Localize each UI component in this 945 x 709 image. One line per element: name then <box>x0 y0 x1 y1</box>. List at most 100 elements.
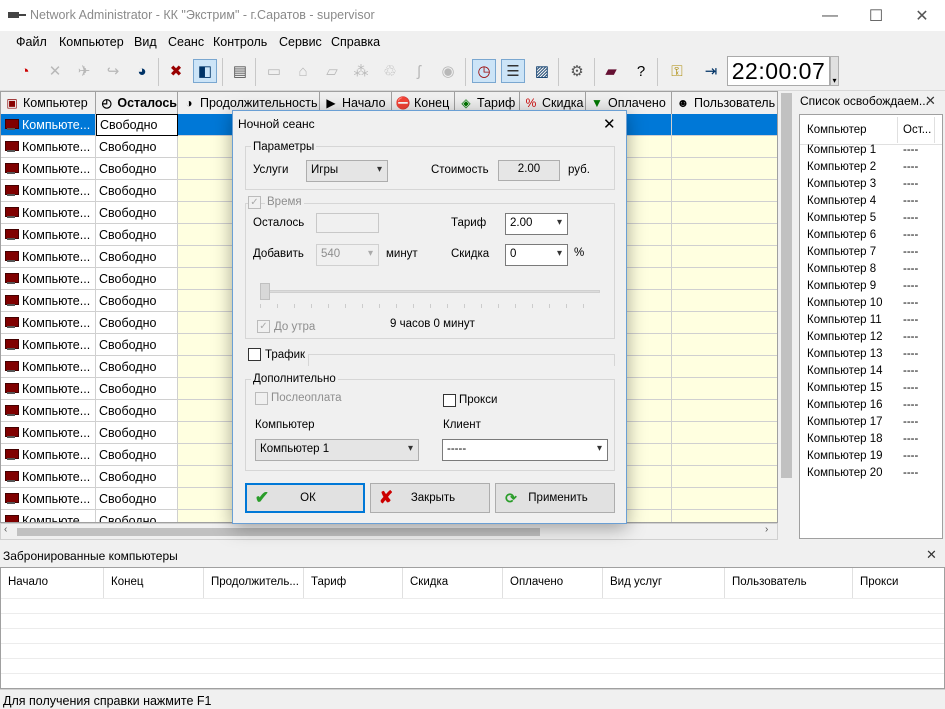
ok-button[interactable]: ✔ ОК <box>245 483 365 513</box>
monitor-icon[interactable]: ▭ <box>262 59 286 83</box>
grid-cell-computer[interactable]: Компьюте... <box>1 444 96 466</box>
grid-cell-remaining[interactable]: Свободно <box>96 180 178 202</box>
free-list-item[interactable]: Компьютер 4 ---- <box>800 194 942 211</box>
free-list-item[interactable]: Компьютер 14 ---- <box>800 364 942 381</box>
shutdown-computer-icon[interactable]: ✖ <box>164 59 188 83</box>
grid-cell-computer[interactable]: Компьюте... <box>1 422 96 444</box>
grid-cell-remaining[interactable]: Свободно <box>96 444 178 466</box>
reserved-col-paid[interactable]: Оплачено <box>503 568 603 598</box>
free-list-item[interactable]: Компьютер 10 ---- <box>800 296 942 313</box>
grid-cell-computer[interactable]: Компьюте... <box>1 356 96 378</box>
chart-view-icon[interactable]: ▨ <box>530 59 554 83</box>
grid-cell-computer[interactable]: Компьюте... <box>1 488 96 510</box>
close-window-button[interactable]: ✕ <box>899 0 945 31</box>
settings-gear-icon[interactable]: ⚙ <box>565 59 589 83</box>
start-session-icon[interactable]: ◔ <box>13 59 37 83</box>
grid-cell-remaining[interactable]: Свободно <box>96 290 178 312</box>
col-remaining[interactable]: ◴ Осталось <box>96 92 178 114</box>
grid-cell-remaining[interactable]: Свободно <box>96 224 178 246</box>
proxy-checkbox[interactable] <box>443 394 456 407</box>
grid-cell-remaining[interactable]: Свободно <box>96 136 178 158</box>
grid-cell-remaining[interactable]: Свободно <box>96 466 178 488</box>
free-list-item[interactable]: Компьютер 12 ---- <box>800 330 942 347</box>
reserved-col-start[interactable]: Начало <box>1 568 104 598</box>
grid-cell-remaining[interactable]: Свободно <box>96 400 178 422</box>
discount-select[interactable]: 0 ▾ <box>505 244 568 266</box>
reserved-col-tariff[interactable]: Тариф <box>304 568 403 598</box>
grid-cell-remaining[interactable]: Свободно <box>96 334 178 356</box>
reserved-col-duration[interactable]: Продолжитель... <box>204 568 304 598</box>
grid-vertical-scrollbar[interactable] <box>778 91 795 523</box>
night-session-icon[interactable]: ◧ <box>193 59 217 83</box>
key-icon[interactable]: ⚿ <box>665 59 689 83</box>
traffic-checkbox[interactable] <box>248 348 261 361</box>
grid-cell-computer[interactable]: Компьюте... <box>1 202 96 224</box>
free-list-item[interactable]: Компьютер 15 ---- <box>800 381 942 398</box>
grid-cell[interactable] <box>672 202 777 224</box>
close-button[interactable]: ✘ Закрыть <box>370 483 490 513</box>
print-icon[interactable]: ▤ <box>228 59 252 83</box>
free-list-item[interactable]: Компьютер 13 ---- <box>800 347 942 364</box>
grid-cell[interactable] <box>672 466 777 488</box>
stop-session-icon[interactable]: ✕ <box>43 59 67 83</box>
free-list-item[interactable]: Компьютер 7 ---- <box>800 245 942 262</box>
grid-cell-computer[interactable]: Компьюте... <box>1 312 96 334</box>
free-list-close-icon[interactable]: ✕ <box>925 93 936 109</box>
grid-cell-remaining[interactable]: Свободно <box>96 510 178 522</box>
add-minutes-select[interactable]: 540 ▾ <box>316 244 379 266</box>
grid-cell-remaining[interactable]: Свободно <box>96 378 178 400</box>
grid-cell-computer[interactable]: Компьюте... <box>1 466 96 488</box>
message-icon[interactable]: ʃ <box>407 59 431 83</box>
free-list-item[interactable]: Компьютер 19 ---- <box>800 449 942 466</box>
scroll-right-icon[interactable]: › <box>765 524 768 535</box>
menu-session[interactable]: Сеанс <box>168 35 204 49</box>
reserved-col-discount[interactable]: Скидка <box>403 568 503 598</box>
grid-cell-remaining[interactable]: Свободно <box>96 422 178 444</box>
reserved-col-user[interactable]: Пользователь <box>725 568 853 598</box>
network-icon[interactable]: ⁂ <box>349 59 373 83</box>
postpay-checkbox[interactable] <box>255 392 268 405</box>
tariff-select[interactable]: 2.00 ▾ <box>505 213 568 235</box>
move-session-icon[interactable]: ✈ <box>72 59 96 83</box>
free-list-item[interactable]: Компьютер 16 ---- <box>800 398 942 415</box>
time-checkbox[interactable]: ✓ <box>248 196 261 209</box>
grid-cell-remaining[interactable]: Свободно <box>96 488 178 510</box>
free-list-item[interactable]: Компьютер 9 ---- <box>800 279 942 296</box>
grid-cell-computer[interactable]: Компьюте... <box>1 510 96 522</box>
grid-cell-computer[interactable]: Компьюте... <box>1 290 96 312</box>
grid-cell[interactable] <box>672 378 777 400</box>
help-icon[interactable]: ? <box>629 59 653 83</box>
grid-cell-remaining[interactable]: Свободно <box>96 202 178 224</box>
grid-cell-remaining[interactable]: Свободно <box>96 114 178 136</box>
grid-cell[interactable] <box>672 334 777 356</box>
scroll-left-icon[interactable]: ‹ <box>4 524 7 535</box>
grid-cell[interactable] <box>672 400 777 422</box>
grid-cell-computer[interactable]: Компьюте... <box>1 224 96 246</box>
col-user[interactable]: ☻ Пользователь <box>672 92 777 114</box>
exit-icon[interactable]: ⇥ <box>699 59 723 83</box>
grid-cell-computer[interactable]: Компьюте... <box>1 268 96 290</box>
grid-cell-computer[interactable]: Компьюте... <box>1 114 96 136</box>
grid-cell[interactable] <box>672 268 777 290</box>
list-view-icon[interactable]: ☰ <box>501 59 525 83</box>
menu-service[interactable]: Сервис <box>279 35 322 49</box>
mouse-icon[interactable]: ⌂ <box>291 59 315 83</box>
menu-file[interactable]: Файл <box>16 35 47 49</box>
grid-cell-remaining[interactable]: Свободно <box>96 356 178 378</box>
grid-cell[interactable] <box>672 136 777 158</box>
free-list-col-remaining[interactable]: Ост... <box>903 124 931 136</box>
grid-cell[interactable] <box>672 246 777 268</box>
reserved-col-proxy[interactable]: Прокси <box>853 568 944 598</box>
duration-slider-thumb[interactable] <box>260 283 270 300</box>
grid-cell-computer[interactable]: Компьюте... <box>1 246 96 268</box>
maximize-button[interactable]: ☐ <box>853 0 899 31</box>
free-list-col-computer[interactable]: Компьютер <box>807 124 867 136</box>
free-list-item[interactable]: Компьютер 8 ---- <box>800 262 942 279</box>
grid-cell[interactable] <box>672 510 777 522</box>
menu-control[interactable]: Контроль <box>213 35 267 49</box>
grid-cell[interactable] <box>672 312 777 334</box>
menu-help[interactable]: Справка <box>331 35 380 49</box>
free-list-item[interactable]: Компьютер 18 ---- <box>800 432 942 449</box>
reserved-col-end[interactable]: Конец <box>104 568 204 598</box>
free-list-item[interactable]: Компьютер 6 ---- <box>800 228 942 245</box>
